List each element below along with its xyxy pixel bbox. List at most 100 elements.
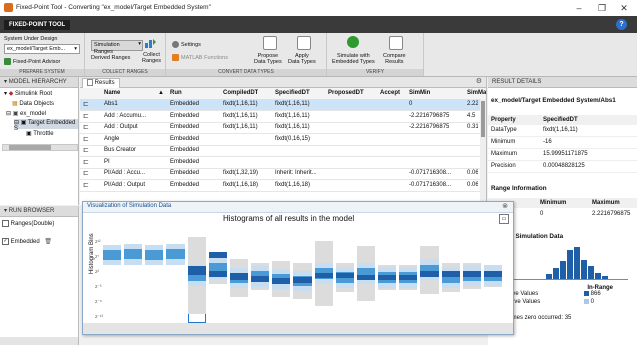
simulate-embedded-button[interactable]: Simulate with Embedded Types	[332, 53, 375, 65]
histogram-dark-bar	[293, 276, 312, 283]
settings-button[interactable]: Settings	[181, 42, 201, 48]
table-cell: Embedded	[170, 124, 200, 130]
run-browser-header: ▾ RUN BROWSER	[0, 206, 78, 217]
table-row[interactable]: ⊏ PI/Add : Accu... Embedded fixdt(1,32,19) I…	[80, 168, 480, 180]
tab-visualization[interactable]: Visualization of Simulation Data	[87, 203, 171, 209]
histogram-dark-bar	[251, 275, 270, 282]
table-row[interactable]: ⊏ Angle Embedded fixdt(0,16,15)	[80, 134, 480, 146]
run-item-ranges-double[interactable]: Ranges(Double)	[2, 220, 54, 227]
column-header-compileddt[interactable]: CompiledDT	[223, 88, 258, 99]
histogram-dark-bar	[378, 274, 397, 280]
tab-results[interactable]: Results	[82, 78, 120, 88]
legend-row-negative: ative Values 0	[508, 299, 633, 307]
block-icon: ⊏	[83, 158, 89, 166]
run-item-embedded[interactable]: ✓ Embedded 🗑	[2, 238, 52, 245]
table-row[interactable]: ⊏ PI Embedded	[80, 157, 480, 169]
histogram-column[interactable]	[441, 237, 460, 323]
y-tick-label: 2⁷	[95, 254, 100, 259]
table-cell: Angle	[104, 135, 120, 142]
property-value: 15.99951171875	[543, 151, 588, 157]
results-tab-icon	[87, 79, 93, 86]
histogram-column[interactable]	[483, 237, 502, 323]
histogram-column[interactable]	[335, 237, 354, 323]
hierarchy-horizontal-scrollbar[interactable]	[2, 144, 78, 151]
table-cell: Embedded	[170, 112, 200, 119]
tree-item-throttle[interactable]: ▣ Throttle	[26, 130, 54, 137]
histogram-column[interactable]	[399, 237, 418, 323]
histogram-column[interactable]	[145, 237, 164, 323]
histogram-column[interactable]	[166, 237, 185, 323]
column-header-proposeddt[interactable]: ProposedDT	[328, 88, 364, 99]
histogram-column[interactable]	[187, 237, 206, 323]
table-row[interactable]: ⊏ Abs1 Embedded fixdt(1,16,11) fixdt(1,16,11…	[80, 99, 480, 111]
close-popup-icon[interactable]: ⊗	[502, 202, 508, 210]
tree-item-data-objects[interactable]: ▦ Data Objects	[12, 100, 54, 107]
property-name: Precision	[491, 163, 516, 169]
scrollbar-thumb[interactable]	[9, 145, 51, 150]
table-row[interactable]: ⊏ PI/Add : Output Embedded fixdt(1,16,18) fi…	[80, 180, 480, 192]
histogram-column[interactable]	[420, 237, 439, 323]
run-checkbox-unchecked[interactable]	[2, 220, 9, 227]
table-row[interactable]: ⊏ Add : Accumu... Embedded fixdt(1,16,11) fi…	[80, 111, 480, 123]
compare-results-icon	[389, 36, 403, 50]
legend-swatch-icon	[584, 291, 589, 296]
simulink-icon: ◆	[8, 91, 14, 97]
histogram-column[interactable]	[293, 237, 312, 323]
table-row[interactable]: ⊏ Bus Creator Embedded	[80, 145, 480, 157]
histogram-column[interactable]	[378, 237, 397, 323]
derived-ranges-button[interactable]: Derived Ranges	[91, 55, 130, 61]
minimize-button[interactable]: –	[568, 2, 590, 14]
result-path: ex_model/Target Embedded System/Abs1	[491, 97, 616, 104]
histogram-column[interactable]	[208, 237, 227, 323]
histogram-dark-bar	[229, 273, 249, 280]
apply-data-types-button[interactable]: Apply Data Types	[288, 53, 316, 65]
propose-data-types-button[interactable]: Propose Data Types	[254, 53, 282, 65]
prepare-system-section-label: PREPARE SYSTEM	[0, 69, 84, 76]
scrollbar-thumb[interactable]	[481, 101, 485, 137]
y-tick-label: 2²	[95, 269, 100, 274]
range-mode-dropdown[interactable]: Simulation Ranges ▾	[91, 40, 143, 55]
simulate-icon	[347, 36, 359, 48]
histogram-column[interactable]	[314, 237, 333, 323]
table-cell: Add : Output	[104, 124, 138, 130]
apply-label-2: Data Types	[288, 59, 316, 65]
column-header-simmin[interactable]: SimMin	[409, 88, 430, 99]
histogram-column[interactable]	[229, 237, 249, 323]
table-row[interactable]: ⊏ Add : Output Embedded fixdt(1,16,11) fixdt…	[80, 122, 480, 134]
run-checkbox-checked[interactable]: ✓	[2, 238, 9, 245]
column-header-specifieddt[interactable]: SpecifiedDT	[275, 88, 310, 99]
histogram-column[interactable]	[462, 237, 481, 323]
column-header-simma[interactable]: SimMa	[467, 88, 486, 99]
table-cell: Embedded	[170, 170, 200, 176]
compare-results-button[interactable]: Compare Results	[383, 53, 406, 65]
gear-icon[interactable]: ⚙	[476, 77, 482, 85]
maximize-button[interactable]: ❐	[591, 2, 613, 14]
tree-label: ex_model	[20, 111, 47, 117]
zoom-icon[interactable]: ▭	[499, 214, 509, 224]
close-button[interactable]: ✕	[613, 2, 635, 14]
legend-swatch-icon	[584, 299, 589, 304]
histogram-column[interactable]	[251, 237, 270, 323]
tree-item-ex-model[interactable]: ⊟ ▣ ex_model	[6, 110, 46, 117]
matlab-functions-button[interactable]: MATLAB Functions	[181, 55, 228, 61]
delete-run-icon[interactable]: 🗑	[44, 239, 52, 245]
column-header-run[interactable]: Run	[170, 88, 182, 99]
histogram-column[interactable]	[272, 237, 291, 323]
tree-item-target-embedded[interactable]: ⊟ ▣ Target Embedded S	[14, 119, 78, 132]
system-under-design-dropdown[interactable]: ex_model/Target Emb... ▾	[4, 44, 80, 54]
results-vertical-scrollbar[interactable]	[480, 99, 486, 205]
histogram-column[interactable]	[103, 237, 122, 323]
histogram-column[interactable]	[124, 237, 143, 323]
model-hierarchy-header: ▾ MODEL HIERARCHY	[0, 77, 78, 88]
table-cell: fixdt(1,16,11)	[223, 101, 258, 107]
help-button[interactable]: ?	[616, 19, 627, 30]
tree-item-simulink-root[interactable]: ▾ ◆ Simulink Root	[4, 90, 52, 97]
tab-fixed-point-tool[interactable]: FIXED-POINT TOOL	[4, 20, 71, 30]
collect-ranges-button[interactable]: Collect Ranges	[142, 52, 161, 64]
column-header-name[interactable]: Name	[104, 88, 120, 99]
column-header-accept[interactable]: Accept	[380, 88, 400, 99]
histogram-dark-bar	[208, 271, 227, 277]
sort-ascending-icon[interactable]: ▲	[158, 88, 164, 99]
fixed-point-advisor-button[interactable]: Fixed-Point Advisor	[13, 59, 60, 65]
histogram-column[interactable]	[356, 237, 376, 323]
